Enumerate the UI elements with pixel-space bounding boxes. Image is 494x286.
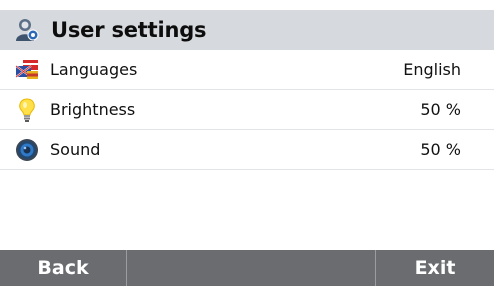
settings-row-value: 50 % [420, 140, 461, 159]
settings-list: Languages English Brightness 50 % Sound … [0, 50, 494, 170]
settings-row-sound[interactable]: Sound 50 % [0, 130, 494, 170]
footer-bar: Back Exit [0, 250, 494, 286]
settings-row-label: Languages [50, 60, 138, 79]
speaker-icon [16, 138, 38, 161]
settings-row-value: 50 % [420, 100, 461, 119]
header-bar: User settings [0, 10, 494, 50]
settings-row-label: Sound [50, 140, 101, 159]
settings-row-label: Brightness [50, 100, 136, 119]
user-settings-icon [16, 19, 39, 41]
settings-row-value: English [403, 60, 461, 79]
exit-button[interactable]: Exit [376, 250, 494, 286]
page-title: User settings [51, 18, 207, 42]
light-bulb-icon [19, 97, 35, 122]
settings-row-languages[interactable]: Languages English [0, 50, 494, 90]
back-button[interactable]: Back [0, 250, 127, 286]
settings-row-brightness[interactable]: Brightness 50 % [0, 90, 494, 130]
footer-middle-button[interactable] [127, 250, 376, 286]
flags-icon [15, 59, 38, 79]
